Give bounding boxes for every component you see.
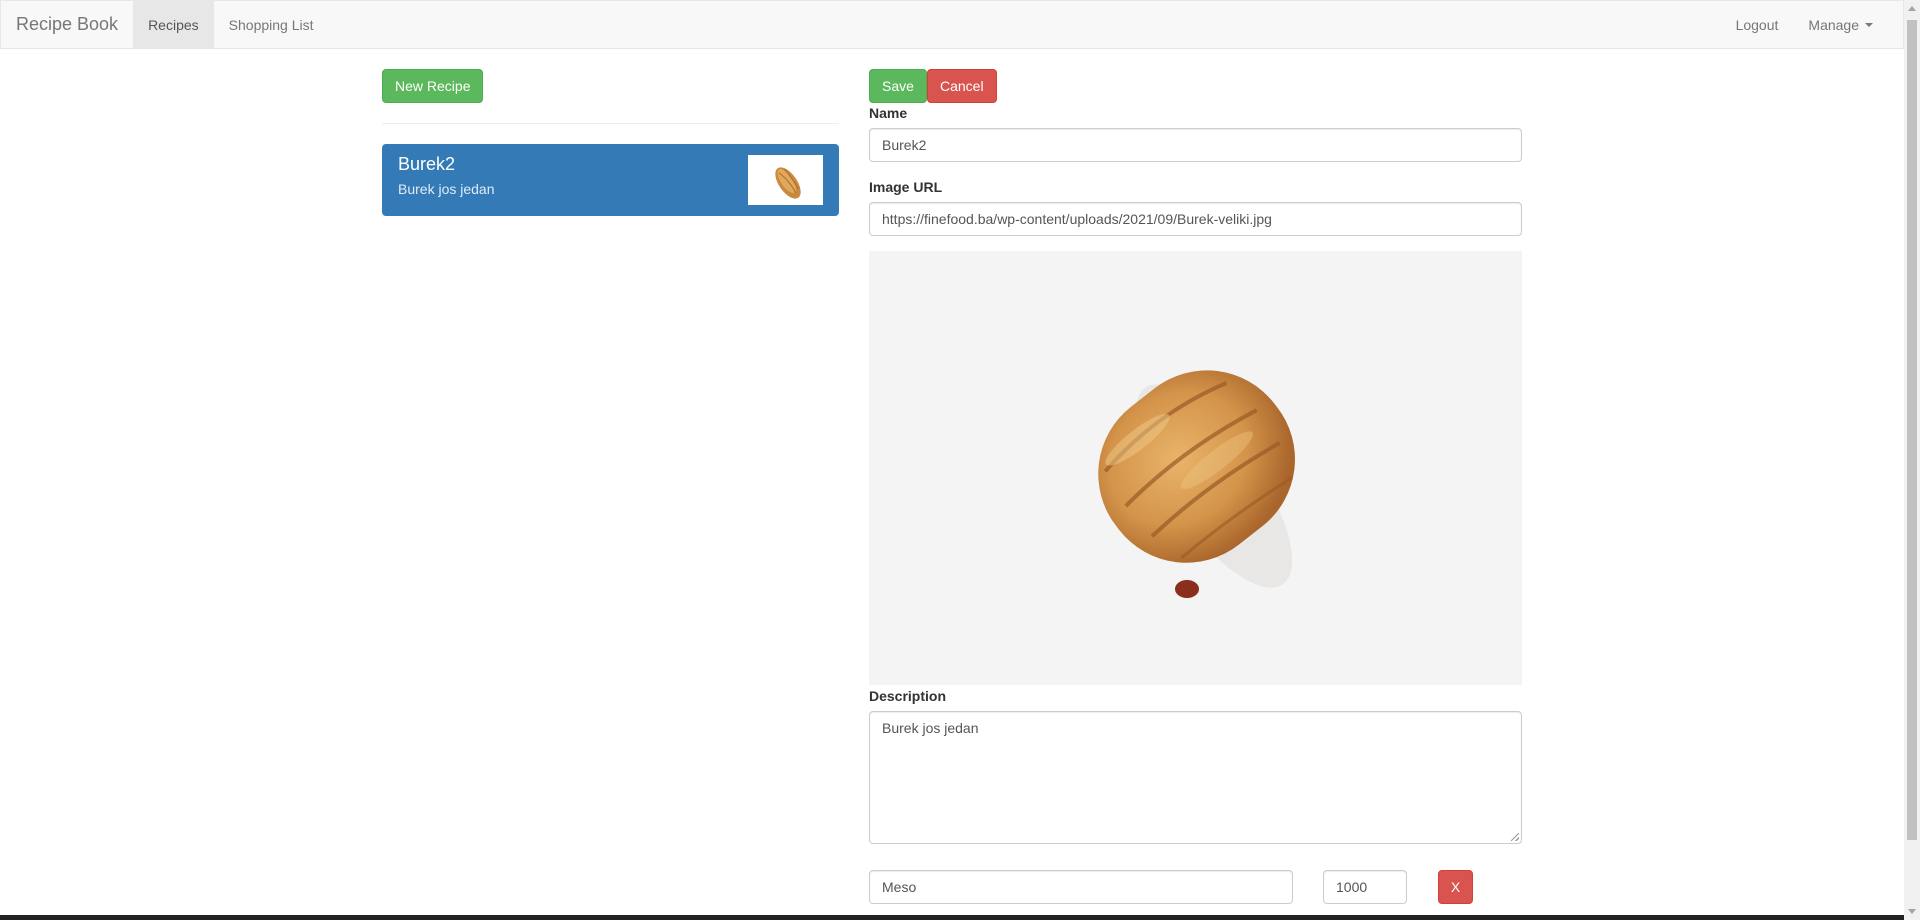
recipe-thumbnail [748,155,823,205]
scroll-down-icon[interactable] [1908,909,1916,914]
scroll-up-icon[interactable] [1908,6,1916,11]
save-button[interactable]: Save [869,69,927,103]
recipe-image-preview [869,251,1522,685]
divider [382,123,839,124]
ingredient-name-input[interactable]: Meso [869,870,1293,904]
recipe-list-item[interactable]: Burek2 Burek jos jedan [382,144,839,216]
description-textarea[interactable]: Burek jos jedan [869,711,1522,844]
scroll-thumb[interactable] [1907,20,1917,840]
image-url-label: Image URL [869,179,943,195]
image-url-input[interactable]: https://finefood.ba/wp-content/uploads/2… [869,202,1522,236]
page-scrollbar[interactable] [1904,0,1920,920]
navbar: Recipe Book Recipes Shopping List Logout… [0,0,1904,49]
burek-thumbnail-image [748,155,823,205]
description-text: Burek jos jedan [882,720,979,736]
nav-right: Logout Manage [1721,1,1903,48]
cancel-button[interactable]: Cancel [927,69,997,103]
burek-image [869,251,1522,685]
brand-link[interactable]: Recipe Book [1,1,133,48]
recipe-description: Burek jos jedan [398,181,495,197]
caret-down-icon [1865,22,1873,27]
nav-recipes[interactable]: Recipes [133,1,214,48]
nav-shopping-list[interactable]: Shopping List [214,1,329,48]
manage-label: Manage [1808,16,1859,33]
manage-dropdown[interactable]: Manage [1793,1,1888,48]
description-label: Description [869,688,947,704]
name-label: Name [869,105,908,121]
logout-link[interactable]: Logout [1721,1,1794,48]
bottom-strip [0,915,1904,920]
new-recipe-button[interactable]: New Recipe [382,69,484,103]
name-input[interactable]: Burek2 [869,128,1522,162]
ingredient-amount-input[interactable]: 1000 [1323,870,1407,904]
resize-grip-icon[interactable] [1511,833,1519,841]
remove-ingredient-button[interactable]: X [1438,870,1473,904]
recipe-name: Burek2 [398,154,456,174]
